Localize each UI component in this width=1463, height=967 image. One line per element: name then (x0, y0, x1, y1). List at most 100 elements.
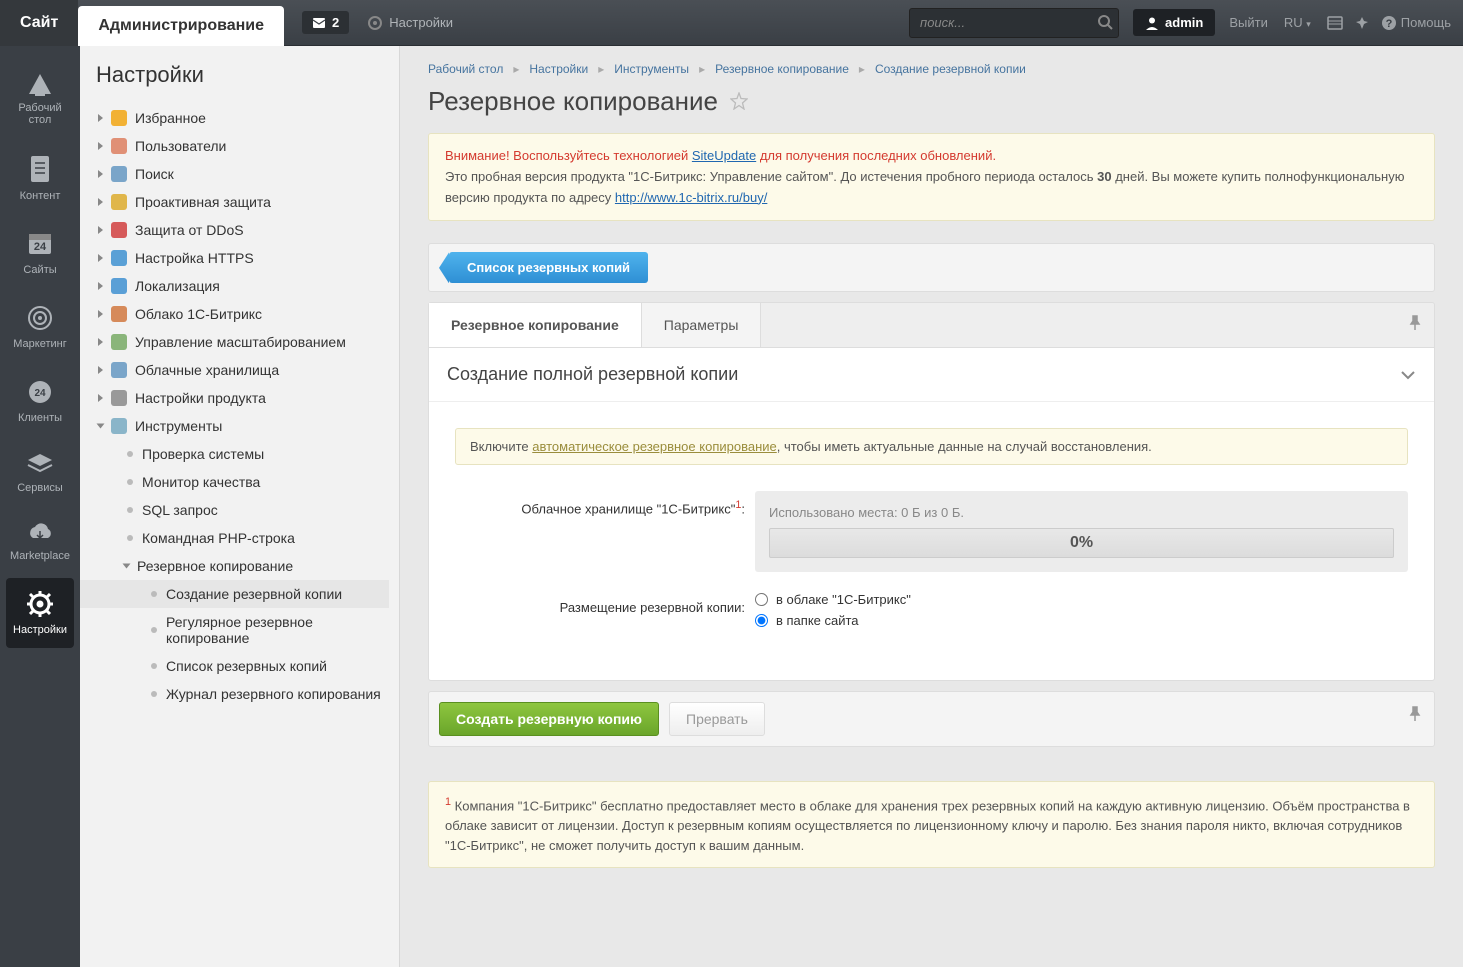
tree-item[interactable]: Управление масштабированием (80, 328, 389, 356)
tree-item[interactable]: Создание резервной копии (80, 580, 389, 608)
gear-icon (367, 15, 383, 31)
tree-item[interactable]: Регулярное резервное копирование (80, 608, 389, 652)
tree-item[interactable]: Локализация (80, 272, 389, 300)
page-title: Резервное копирование (428, 86, 1435, 117)
sidebar-item-marketplace[interactable]: Marketplace (6, 510, 74, 574)
sidebar-item-settings[interactable]: Настройки (6, 578, 74, 648)
site-tab[interactable]: Сайт (0, 0, 78, 46)
logout-link[interactable]: Выйти (1229, 15, 1268, 30)
notifications-button[interactable]: 2 (302, 11, 349, 34)
breadcrumb-item[interactable]: Резервное копирование (715, 62, 849, 76)
document-icon (27, 154, 53, 184)
tree-item[interactable]: Список резервных копий (80, 652, 389, 680)
tree-item[interactable]: Настройки продукта (80, 384, 389, 412)
tree-arrow-icon (98, 226, 103, 234)
autobackup-link[interactable]: автоматическое резервное копирование (532, 439, 777, 454)
star-icon (730, 92, 748, 110)
buy-link[interactable]: http://www.1c-bitrix.ru/buy/ (615, 190, 767, 205)
tree-item-icon (111, 306, 127, 322)
tree-item[interactable]: Облако 1С-Битрикс (80, 300, 389, 328)
top-settings-link[interactable]: Настройки (367, 15, 453, 31)
tree-item[interactable]: Настройка HTTPS (80, 244, 389, 272)
sidebar-item-clients[interactable]: 24 Клиенты (6, 366, 74, 436)
tree-item[interactable]: Монитор качества (80, 468, 389, 496)
footnote: 1 Компания "1С-Битрикс" бесплатно предос… (428, 781, 1435, 868)
siteupdate-link[interactable]: SiteUpdate (692, 148, 756, 163)
pin-icon-button[interactable] (1355, 16, 1369, 30)
tree-arrow-icon (98, 394, 103, 402)
favorite-star[interactable] (730, 86, 748, 117)
create-backup-button[interactable]: Создать резервную копию (439, 702, 659, 736)
tree-item-label: Проверка системы (142, 446, 264, 462)
action-bar: Создать резервную копию Прервать (428, 691, 1435, 747)
tree-item[interactable]: Поиск (80, 160, 389, 188)
autobackup-hint: Включите автоматическое резервное копиро… (455, 428, 1408, 465)
tree-item-label: Резервное копирование (137, 558, 293, 574)
pin-actions[interactable] (1408, 706, 1422, 725)
tree-item-label: Поиск (135, 166, 174, 182)
tree-item[interactable]: Проактивная защита (80, 188, 389, 216)
sidebar-label: Контент (20, 190, 61, 202)
help-link[interactable]: ? Помощь (1381, 15, 1451, 31)
search-wrap (909, 8, 1119, 38)
tree-item-label: Настройки продукта (135, 390, 266, 406)
lang-switch[interactable]: RU ▾ (1284, 15, 1311, 30)
top-settings-label: Настройки (389, 15, 453, 30)
tree-item[interactable]: Резервное копирование (80, 552, 389, 580)
tree-item[interactable]: Облачные хранилища (80, 356, 389, 384)
breadcrumb-item[interactable]: Инструменты (614, 62, 689, 76)
tree-item[interactable]: Инструменты (80, 412, 389, 440)
tree-item[interactable]: Избранное (80, 104, 389, 132)
tree-item[interactable]: Проверка системы (80, 440, 389, 468)
tree-item-label: Монитор качества (142, 474, 260, 490)
pin-tabs[interactable] (1408, 315, 1422, 334)
breadcrumb-item[interactable]: Создание резервной копии (875, 62, 1026, 76)
help-label: Помощь (1401, 15, 1451, 30)
tree-item-label: Избранное (135, 110, 206, 126)
left-sidebar: Рабочий стол Контент 24 Сайты Маркетинг … (0, 46, 80, 967)
user-button[interactable]: admin (1133, 9, 1215, 36)
tree-dot-icon (127, 507, 133, 513)
tree-item-label: Регулярное резервное копирование (166, 614, 389, 646)
tree-arrow-icon (98, 310, 103, 318)
tree-item[interactable]: Командная PHP-строка (80, 524, 389, 552)
breadcrumb-item[interactable]: Рабочий стол (428, 62, 503, 76)
panel-icon-button[interactable] (1327, 15, 1343, 31)
tree-item[interactable]: Защита от DDoS (80, 216, 389, 244)
user-name: admin (1165, 15, 1203, 30)
radio-site-folder-label[interactable]: в папке сайта (776, 613, 859, 628)
sidebar-item-services[interactable]: Сервисы (6, 440, 74, 506)
tree-arrow-icon (98, 254, 103, 262)
radio-cloud[interactable] (755, 593, 768, 606)
sidebar-item-sites[interactable]: 24 Сайты (6, 218, 74, 288)
tree-item[interactable]: Журнал резервного копирования (80, 680, 389, 708)
calendar-icon: 24 (26, 230, 54, 258)
notification-count: 2 (332, 15, 339, 30)
tree-item[interactable]: Пользователи (80, 132, 389, 160)
notification-icon (312, 16, 326, 30)
tab-params[interactable]: Параметры (642, 303, 762, 347)
admin-tab[interactable]: Администрирование (78, 6, 284, 46)
radio-site-folder[interactable] (755, 614, 768, 627)
search-button[interactable] (1097, 14, 1113, 33)
sidebar-item-content[interactable]: Контент (6, 142, 74, 214)
tree-arrow-icon (98, 142, 103, 150)
target-icon (26, 304, 54, 332)
radio-cloud-label[interactable]: в облаке "1С-Битрикс" (776, 592, 911, 607)
tree-column: Настройки ИзбранноеПользователиПоискПроа… (80, 46, 400, 967)
sidebar-item-desktop[interactable]: Рабочий стол (6, 58, 74, 138)
sidebar-item-marketing[interactable]: Маркетинг (6, 292, 74, 362)
tab-backup[interactable]: Резервное копирование (429, 303, 642, 347)
chevron-down-icon[interactable] (1400, 370, 1416, 380)
search-input[interactable] (909, 8, 1119, 38)
breadcrumb-sep: ▸ (699, 62, 705, 76)
tree-item[interactable]: SQL запрос (80, 496, 389, 524)
tree-item-label: Настройка HTTPS (135, 250, 254, 266)
tree-item-label: Защита от DDoS (135, 222, 244, 238)
backup-list-button[interactable]: Список резервных копий (449, 252, 648, 283)
breadcrumb-item[interactable]: Настройки (529, 62, 588, 76)
tree-arrow-icon (98, 198, 103, 206)
storage-used-text: Использовано места: 0 Б из 0 Б. (769, 505, 1394, 520)
location-label: Размещение резервной копии: (455, 592, 755, 634)
cancel-button[interactable]: Прервать (669, 702, 765, 736)
